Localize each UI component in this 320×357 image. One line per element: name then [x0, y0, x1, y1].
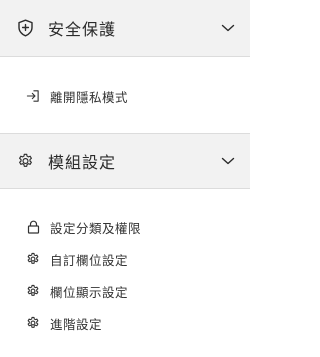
- lock-icon: [26, 220, 40, 234]
- gear-icon: [26, 252, 40, 266]
- section-header-security[interactable]: 安全保護: [0, 0, 250, 57]
- sign-in-icon: [26, 89, 40, 103]
- menu-item-label: 離開隱私模式: [50, 89, 129, 105]
- menu-item-advanced-settings[interactable]: 進階設定: [0, 310, 250, 336]
- menu-item-label: 設定分類及權限: [50, 220, 142, 236]
- menu-item-field-display[interactable]: 欄位顯示設定: [0, 278, 250, 304]
- chevron-down-icon[interactable]: [221, 156, 235, 166]
- menu-item-custom-fields[interactable]: 自訂欄位設定: [0, 246, 250, 272]
- gear-icon: [26, 284, 40, 298]
- chevron-down-icon[interactable]: [221, 23, 235, 33]
- shield-icon: [17, 19, 34, 37]
- menu-item-label: 進階設定: [50, 316, 103, 332]
- menu-item-label: 自訂欄位設定: [50, 252, 129, 268]
- menu-item-label: 欄位顯示設定: [50, 284, 129, 300]
- section-title-security: 安全保護: [48, 20, 117, 39]
- menu-item-category-permissions[interactable]: 設定分類及權限: [0, 214, 250, 240]
- menu-item-exit-private-mode[interactable]: 離開隱私模式: [0, 83, 250, 109]
- section-title-module-settings: 模組設定: [48, 153, 117, 172]
- gear-icon: [26, 316, 40, 330]
- gear-icon: [17, 153, 34, 170]
- section-header-module-settings[interactable]: 模組設定: [0, 133, 250, 189]
